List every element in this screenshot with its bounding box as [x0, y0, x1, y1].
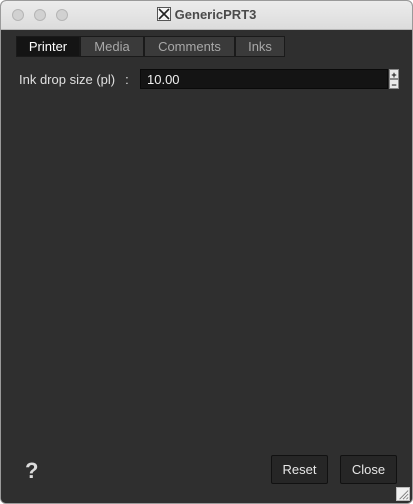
- app-window: GenericPRT3 Printer Media Comments Inks …: [0, 0, 413, 504]
- tab-inks[interactable]: Inks: [235, 36, 285, 57]
- tab-media[interactable]: Media: [80, 36, 144, 57]
- resize-grip-icon[interactable]: [396, 487, 410, 501]
- ink-drop-size-row: Ink drop size (pl) :: [19, 70, 129, 88]
- tab-printer-label: Printer: [28, 39, 68, 54]
- window-title: GenericPRT3: [174, 7, 257, 22]
- tab-comments-label: Comments: [158, 39, 221, 54]
- tab-printer[interactable]: Printer: [16, 36, 80, 57]
- close-button[interactable]: Close: [340, 455, 397, 484]
- tab-media-label: Media: [94, 39, 130, 54]
- tab-bar: Printer Media Comments Inks: [16, 36, 285, 57]
- ink-drop-size-label: Ink drop size (pl): [19, 71, 116, 87]
- ink-drop-size-input[interactable]: 10.00: [140, 69, 388, 89]
- title-bar[interactable]: GenericPRT3: [1, 1, 412, 30]
- dialog-content: Printer Media Comments Inks Ink drop siz…: [1, 30, 412, 503]
- window-title-wrap: GenericPRT3: [1, 7, 412, 22]
- reset-button[interactable]: Reset: [271, 455, 328, 484]
- ink-drop-size-separator: :: [125, 71, 129, 87]
- increment-button[interactable]: +: [389, 69, 399, 80]
- x11-icon: [156, 7, 171, 21]
- decrement-button[interactable]: −: [389, 79, 399, 90]
- tab-comments[interactable]: Comments: [144, 36, 235, 57]
- tab-inks-label: Inks: [248, 39, 272, 54]
- ink-drop-size-spinner: + −: [389, 69, 399, 90]
- help-button[interactable]: ?: [25, 458, 38, 484]
